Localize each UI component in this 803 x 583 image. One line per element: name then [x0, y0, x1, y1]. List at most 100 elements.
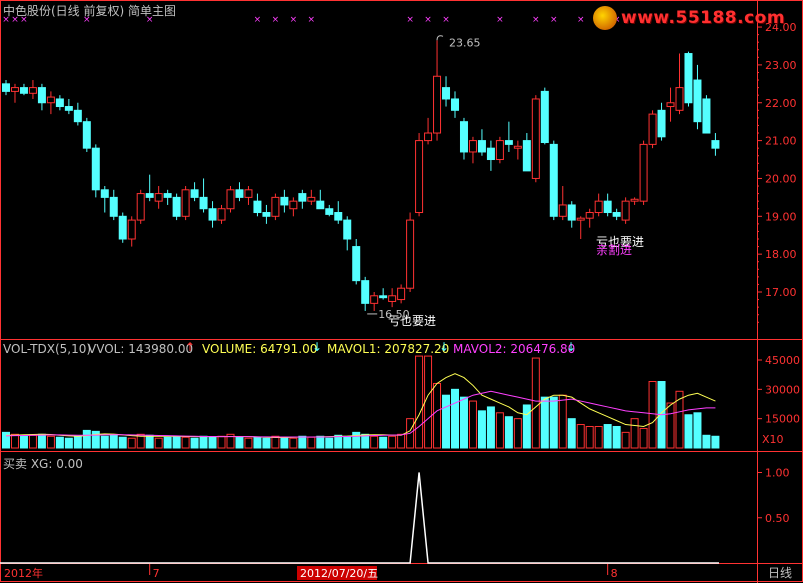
candle-body — [540, 90, 549, 143]
candle-body — [477, 140, 486, 153]
price-tick-label: 23.00 — [765, 59, 797, 72]
candle-body — [37, 87, 46, 104]
candle-body — [666, 102, 675, 108]
volume-bar — [352, 431, 361, 449]
mavol2-down-arrow-icon: ↓ — [566, 340, 577, 354]
period-label: 日线 — [768, 566, 792, 580]
candle-body — [154, 193, 163, 202]
candle-body — [630, 198, 639, 202]
candle-body — [567, 204, 576, 221]
volume-bar — [684, 414, 693, 449]
signal-series[interactable] — [0, 472, 719, 564]
candle-body — [226, 189, 235, 210]
candle-body — [379, 295, 388, 299]
candle-body — [612, 212, 621, 217]
candle-body — [603, 200, 612, 214]
candle-body — [468, 140, 477, 153]
candle-body — [262, 212, 271, 217]
stock-chart[interactable]: 17.0018.0019.0020.0021.0022.0023.0024.00… — [0, 0, 803, 583]
chart-title: 中色股份(日线 前复权) 简单主图 — [3, 4, 176, 18]
high-marker — [436, 35, 444, 41]
volume-bar — [477, 410, 486, 449]
candle-body — [442, 87, 451, 100]
candle-body — [127, 219, 136, 240]
candle-body — [531, 98, 540, 179]
candle-body — [289, 200, 298, 210]
candle-body — [73, 109, 82, 123]
candle-body — [334, 212, 343, 221]
volume-bar — [675, 390, 684, 449]
candle-body — [136, 193, 145, 221]
volume-bar — [64, 437, 73, 449]
price-tick-label: 17.00 — [765, 286, 797, 299]
signal-marker-icon: × — [496, 15, 504, 25]
volume-bar — [468, 400, 477, 449]
volume-bar — [424, 355, 433, 449]
volume-bar — [208, 436, 217, 449]
volume-bar — [298, 435, 307, 449]
candle-body — [361, 280, 370, 304]
buy-signal-text: 亏也要进 — [388, 314, 436, 328]
vvol-value: VVOL: 143980.00 — [88, 342, 194, 356]
candle-body — [298, 193, 307, 202]
candle-body — [711, 140, 720, 149]
volume-bar — [549, 396, 558, 449]
volume-bar — [504, 416, 513, 449]
volume-bar — [540, 396, 549, 449]
candle-body — [199, 196, 208, 210]
candle-body — [451, 98, 459, 111]
volume-bar — [486, 406, 495, 449]
volume-tick-label: 45000 — [765, 354, 800, 367]
price-tick-label: 21.00 — [765, 135, 797, 148]
candlestick-series[interactable] — [2, 40, 720, 311]
volume-value: VOLUME: 64791.00 — [202, 342, 318, 356]
volume-bar — [442, 394, 451, 449]
candle-body — [244, 189, 253, 198]
candle-body — [325, 208, 334, 215]
candle-body — [208, 208, 217, 221]
candle-body — [684, 53, 693, 104]
volume-bar — [585, 425, 594, 449]
candle-body — [163, 193, 172, 198]
candle-body — [459, 121, 468, 153]
signal-marker-icon: × — [442, 15, 450, 25]
volume-bar — [630, 418, 639, 449]
candle-body — [271, 196, 280, 217]
volume-bar — [55, 436, 64, 449]
volume-bar — [433, 382, 442, 449]
volume-bar — [558, 394, 567, 449]
candle-body — [675, 87, 684, 111]
candle-body — [433, 75, 442, 134]
vvol-up-arrow-icon: ↑ — [185, 340, 196, 354]
volume-bar — [388, 435, 397, 449]
volume-bar — [495, 412, 504, 449]
signal-marker-icon: × — [308, 15, 316, 25]
signal-indicator-label: 买卖 XG: 0.00 — [3, 457, 83, 471]
candle-body — [504, 140, 513, 145]
volume-bar — [648, 381, 657, 449]
candle-body — [621, 200, 630, 221]
volume-bar — [621, 431, 630, 449]
candle-body — [118, 215, 127, 240]
price-tick-label: 20.00 — [765, 172, 797, 185]
candle-body — [424, 132, 433, 142]
candle-body — [190, 189, 199, 198]
high-price-label: 23.65 — [449, 36, 481, 49]
candle-body — [55, 98, 64, 108]
candle-body — [576, 217, 585, 221]
candle-body — [693, 79, 702, 123]
volume-bar — [702, 434, 711, 449]
candle-body — [415, 140, 424, 214]
volume-bar — [325, 437, 334, 449]
watermark-logo-icon — [593, 6, 617, 30]
volume-series[interactable] — [2, 355, 720, 449]
candle-body — [585, 212, 594, 219]
volume-bar — [289, 437, 298, 449]
volume-bar — [127, 437, 136, 449]
volume-tick-label: 15000 — [765, 413, 800, 426]
candle-body — [558, 204, 567, 217]
candle-body — [648, 113, 657, 145]
candle-body — [522, 140, 531, 172]
volume-bar — [217, 435, 226, 449]
volume-bar — [415, 355, 424, 449]
